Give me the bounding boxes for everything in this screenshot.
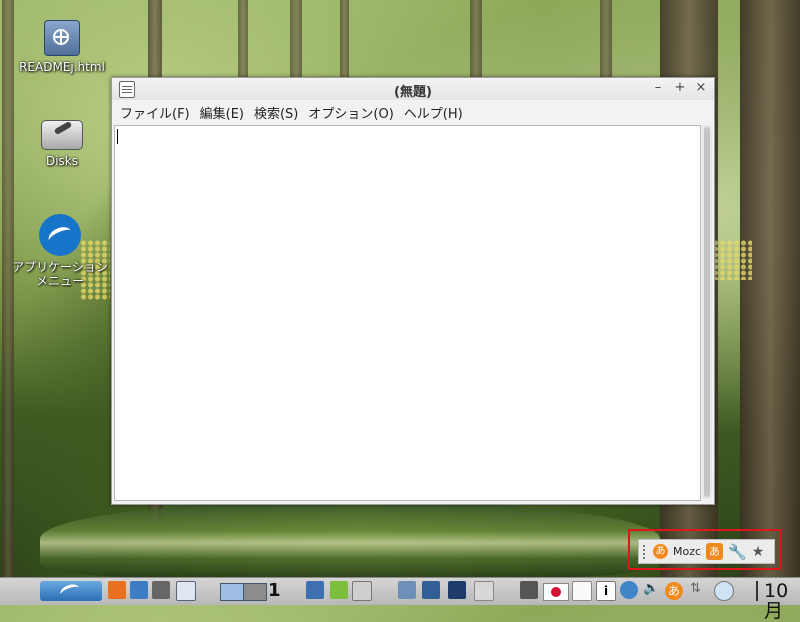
folder-icon[interactable] xyxy=(398,581,416,599)
menu-options[interactable]: オプション(O) xyxy=(303,103,398,122)
editor-window[interactable]: (無題) – + × ファイル(F) 編集(E) 検索(S) オプション(O) … xyxy=(111,77,715,505)
input-mode-icon[interactable]: あ xyxy=(706,543,724,560)
ime-name-label: Mozc xyxy=(673,545,702,558)
close-button[interactable]: × xyxy=(693,80,709,96)
text-caret xyxy=(117,129,118,144)
japan-flag-icon[interactable] xyxy=(543,583,569,601)
workspace-number: 1 xyxy=(268,580,281,601)
terminal-icon[interactable] xyxy=(448,581,466,599)
desktop-icon-label: アプリケーションメニュー xyxy=(12,260,108,288)
ime-toolbar-highlight: あ Mozc あ 🔧 ★ xyxy=(628,529,781,570)
menu-search[interactable]: 検索(S) xyxy=(249,103,303,122)
font-icon[interactable] xyxy=(572,581,592,601)
file-manager-icon[interactable] xyxy=(306,581,324,599)
drag-handle-icon[interactable] xyxy=(643,544,648,559)
start-menu-button[interactable] xyxy=(40,581,102,602)
menu-help[interactable]: ヘルプ(H) xyxy=(399,103,468,122)
calculator-icon[interactable] xyxy=(474,581,494,601)
lubuntu-bird-icon xyxy=(58,581,82,602)
disk-utility-icon xyxy=(41,120,83,150)
menu-file[interactable]: ファイル(F) xyxy=(115,103,195,122)
workspace-1[interactable] xyxy=(220,583,244,601)
update-arrows-icon[interactable]: ⇅ xyxy=(690,581,706,601)
globe-icon xyxy=(44,20,80,56)
desktop-icon-disks[interactable]: Disks xyxy=(12,120,112,168)
mozc-mode-icon[interactable]: あ xyxy=(653,544,668,559)
ime-toolbar: あ Mozc あ 🔧 ★ xyxy=(638,539,775,564)
menu-edit[interactable]: 編集(E) xyxy=(195,103,249,122)
minimize-button[interactable]: – xyxy=(650,80,666,96)
ime-tray-icon[interactable]: あ xyxy=(665,582,683,600)
desktop-icon-label: READMEj.html xyxy=(19,60,105,74)
menu-bar: ファイル(F) 編集(E) 検索(S) オプション(O) ヘルプ(H) xyxy=(112,100,714,124)
desktop-icon-readme[interactable]: READMEj.html xyxy=(12,20,112,74)
screenshot-camera-icon[interactable] xyxy=(152,581,170,599)
window-title: (無題) xyxy=(394,85,432,100)
desktop-icon-app-menu[interactable]: アプリケーションメニュー xyxy=(10,214,110,288)
volume-icon[interactable]: 🔈 xyxy=(643,581,659,601)
camera-icon[interactable] xyxy=(520,581,538,599)
workspace-2[interactable] xyxy=(243,583,267,601)
clock[interactable]: 10月 xyxy=(756,581,800,621)
desktop-icon-label: Disks xyxy=(45,154,79,168)
text-editor-area[interactable] xyxy=(114,125,701,501)
recycle-icon[interactable] xyxy=(130,581,148,599)
home-folder-icon[interactable] xyxy=(422,581,440,599)
star-icon[interactable]: ★ xyxy=(752,544,765,560)
settings-gear-icon[interactable] xyxy=(108,581,126,599)
vertical-scrollbar[interactable] xyxy=(702,125,712,499)
network-icon[interactable] xyxy=(620,581,638,599)
scrollbar-thumb[interactable] xyxy=(704,127,710,497)
lubuntu-bird-icon xyxy=(39,214,81,256)
wrench-icon[interactable]: 🔧 xyxy=(728,543,747,561)
taskbar: 1 i 🔈 あ ⇅ 10月 xyxy=(0,577,800,621)
window-titlebar[interactable]: (無題) – + × xyxy=(112,78,714,100)
back-arrow-icon[interactable] xyxy=(330,581,348,599)
show-desktop-icon[interactable] xyxy=(176,581,196,601)
maximize-button[interactable]: + xyxy=(672,80,688,96)
user-avatar-icon[interactable] xyxy=(714,581,734,601)
info-icon[interactable]: i xyxy=(596,581,616,601)
game-controller-icon[interactable] xyxy=(352,581,372,601)
